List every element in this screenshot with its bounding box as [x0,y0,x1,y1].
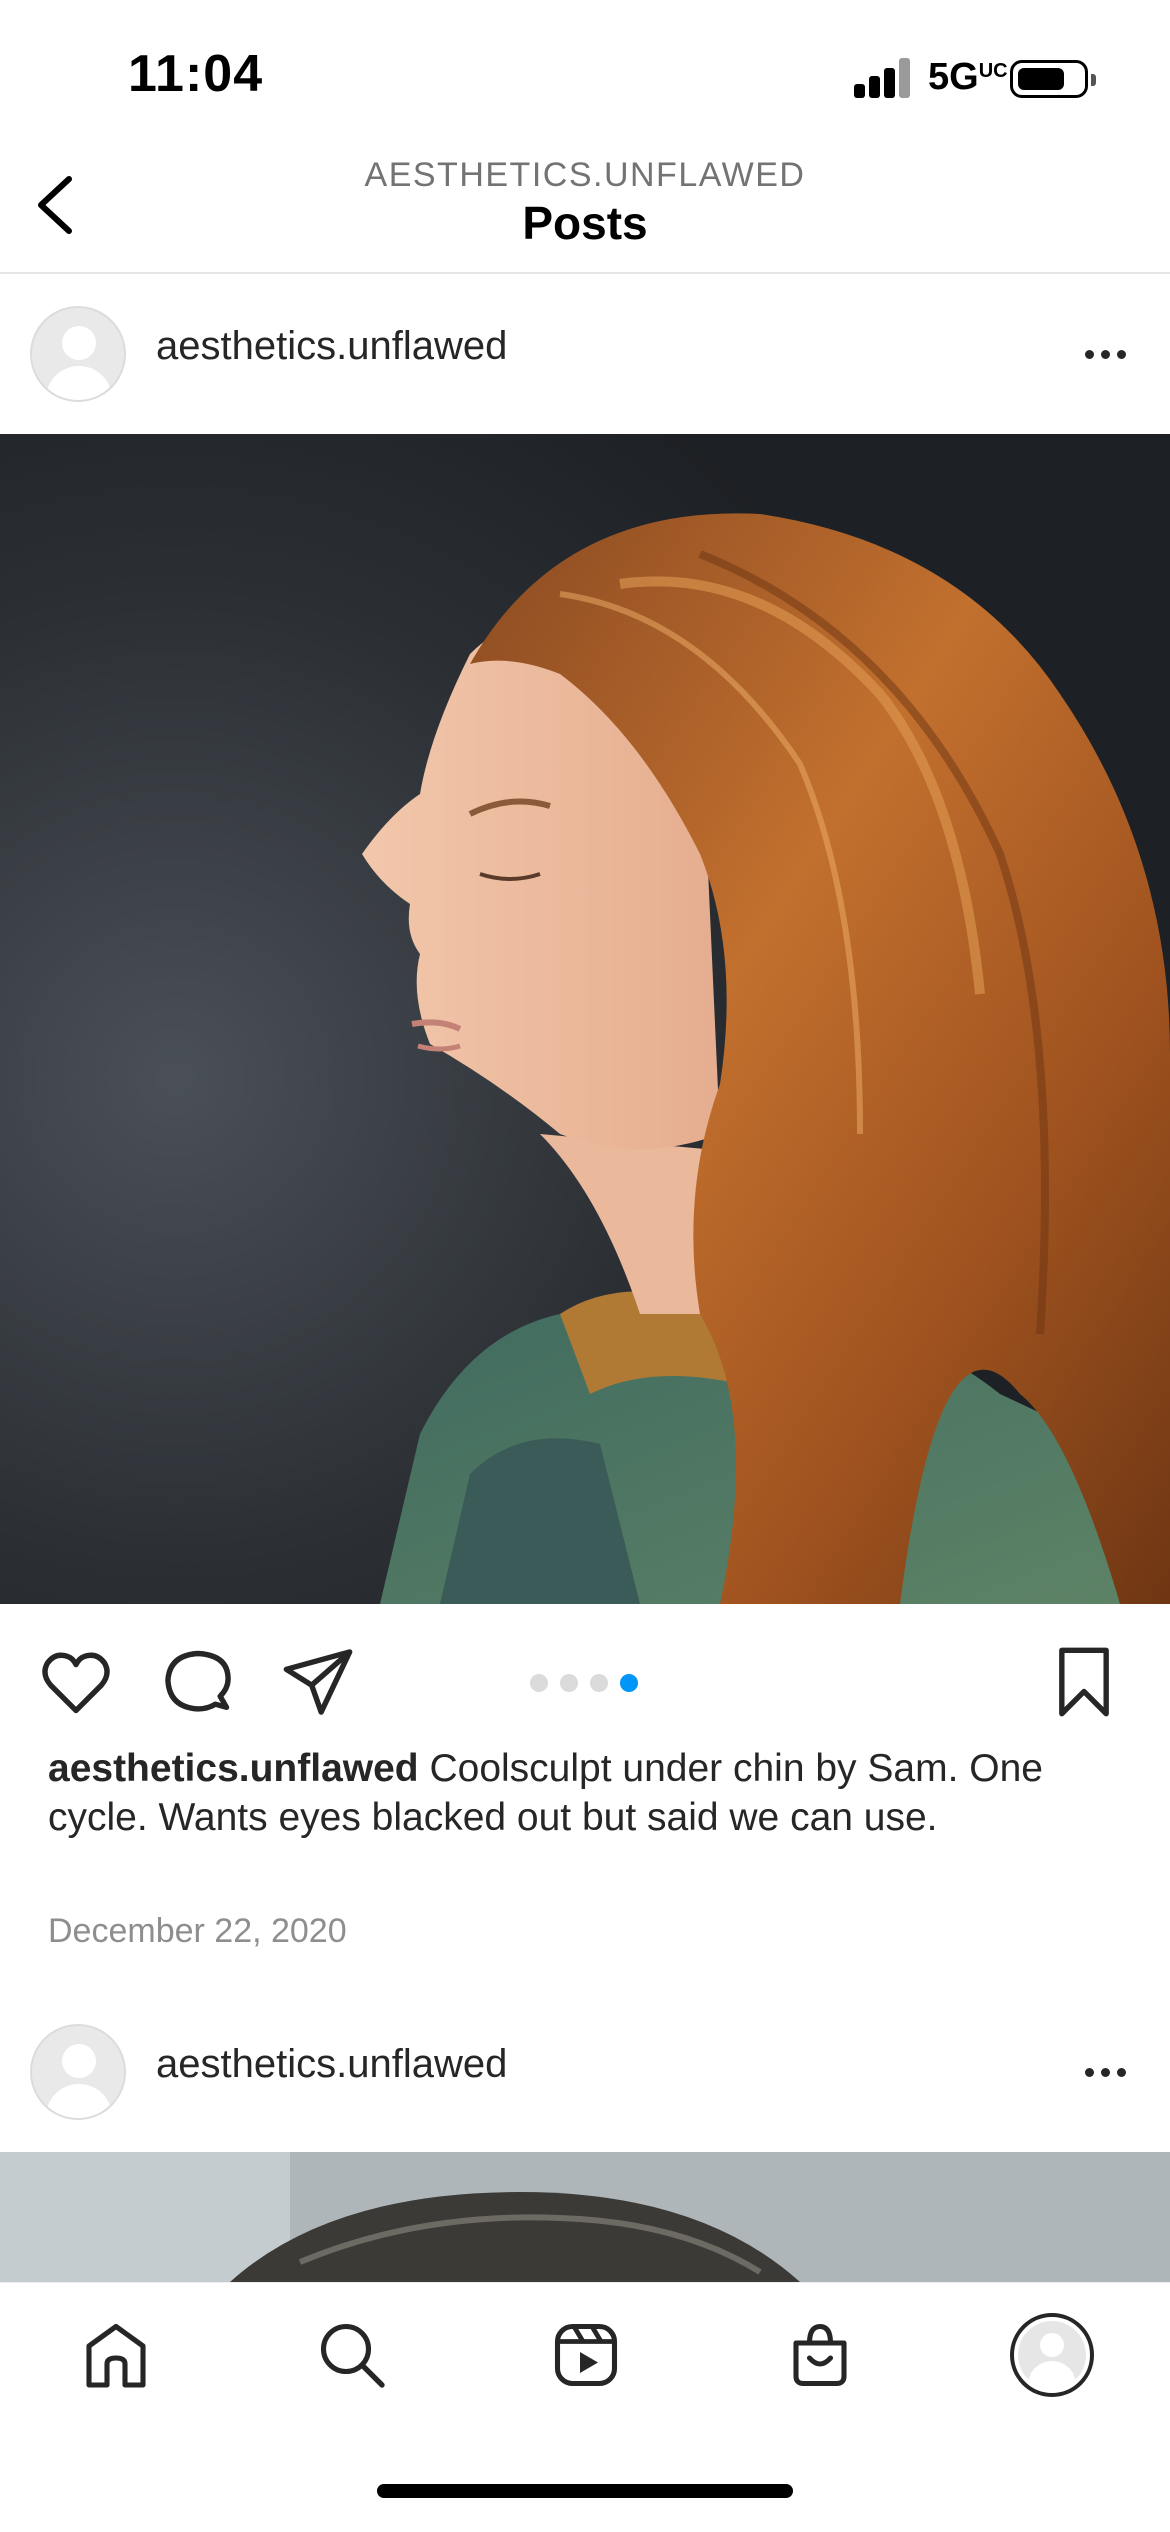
status-time: 11:04 [128,45,264,103]
home-icon [86,2323,146,2388]
comment-button[interactable] [160,1644,236,1720]
network-indicator: 5GUC [928,56,1008,98]
share-icon [283,1649,353,1715]
tab-profile[interactable] [1010,2313,1094,2397]
page-header: AESTHETICS.UNFLAWED Posts [0,140,1170,274]
tab-reels[interactable] [544,2313,628,2397]
battery-icon [1010,60,1096,98]
post-caption: aesthetics.unflawed Coolsculpt under chi… [48,1744,1128,1842]
post-username[interactable]: aesthetics.unflawed [156,2042,507,2087]
post-header: aesthetics.unflawed [0,274,1170,434]
shop-icon [793,2323,847,2387]
post-image[interactable] [0,434,1170,1604]
avatar[interactable] [30,306,126,402]
post-actions [0,1604,1170,1754]
tab-search[interactable] [310,2313,394,2397]
save-button[interactable] [1046,1644,1122,1720]
profile-icon [1018,2321,1086,2389]
carousel-indicator [530,1674,638,1692]
page-title: Posts [522,197,648,249]
post-date: December 22, 2020 [48,1912,347,1950]
share-button[interactable] [280,1644,356,1720]
carousel-dot [560,1674,578,1692]
header-account-name: AESTHETICS.UNFLAWED [364,156,806,194]
tab-shop[interactable] [778,2313,862,2397]
carousel-dot-active [620,1674,638,1692]
signal-icon [854,58,914,98]
more-icon [1084,349,1094,359]
heart-icon [42,1652,110,1714]
bookmark-icon [1059,1647,1109,1717]
portrait-photo [0,2152,1170,2282]
portrait-photo [0,434,1170,1604]
caption-username[interactable]: aesthetics.unflawed [48,1747,419,1790]
like-button[interactable] [38,1644,114,1720]
avatar[interactable] [30,2024,126,2120]
tab-home[interactable] [74,2313,158,2397]
status-bar: 11:04 5GUC [0,0,1170,140]
more-options-button[interactable] [1070,336,1140,372]
reels-icon [554,2323,618,2387]
post-username[interactable]: aesthetics.unflawed [156,324,507,369]
carousel-dot [530,1674,548,1692]
carousel-dot [590,1674,608,1692]
search-icon [320,2323,385,2388]
comment-icon [165,1650,231,1712]
post-image[interactable] [0,2152,1170,2282]
more-icon [1084,2067,1094,2077]
more-options-button[interactable] [1070,2054,1140,2090]
post-header: aesthetics.unflawed [0,1992,1170,2152]
home-indicator[interactable] [377,2484,793,2498]
